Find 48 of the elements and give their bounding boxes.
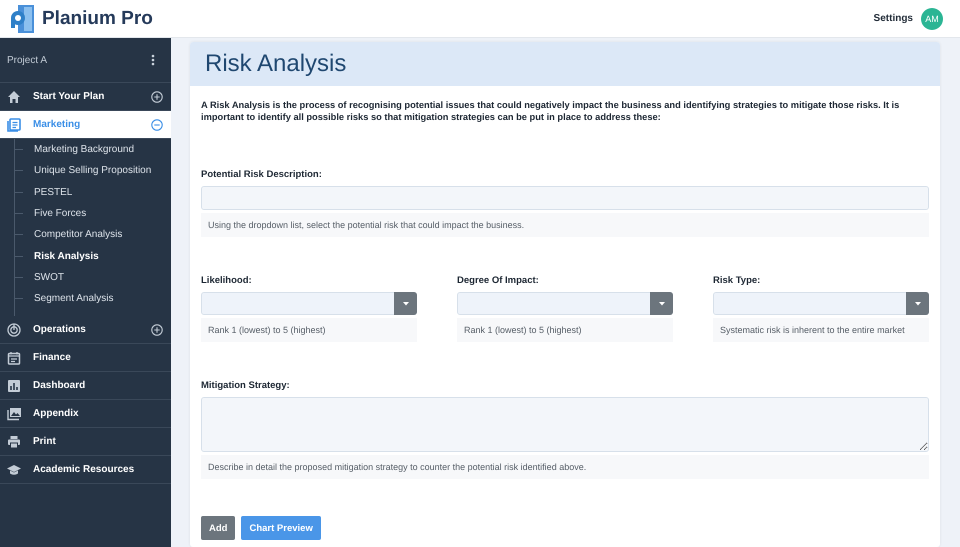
input-field[interactable] (201, 186, 929, 210)
expand-icon[interactable] (151, 90, 163, 102)
calendar-icon (7, 350, 21, 365)
field-label: Likelihood: (201, 275, 253, 286)
target-icon (7, 322, 21, 337)
dropdown[interactable] (201, 292, 417, 315)
images-icon (7, 406, 21, 421)
sub-nav-item[interactable]: Unique Selling Proposition (34, 165, 152, 176)
caret-icon (658, 302, 664, 306)
sub-nav-item[interactable]: Marketing Background (34, 144, 134, 156)
help-text: Describe in detail the proposed mitigation strategy to counter the potential risk identified above. (201, 455, 929, 479)
cap-icon (7, 462, 21, 477)
settings-link[interactable]: Settings (874, 13, 913, 24)
intro-text: A Risk Analysis is the process of recognising potential issues that could negatively impact the business and identifying strategies to mitigate those risks. It is important to identify all possible risks so that mitigation strategies can be put in place to address these: (201, 99, 900, 123)
dropdown[interactable] (457, 292, 673, 315)
logo-icon (10, 4, 34, 32)
field-label: Risk Type: (713, 275, 762, 286)
collapse-icon[interactable] (151, 118, 163, 130)
home-icon (7, 90, 21, 104)
expand-icon[interactable] (151, 324, 163, 336)
dropdown[interactable] (713, 292, 929, 315)
field-label: Mitigation Strategy: (201, 380, 291, 391)
nav-item[interactable]: Print (0, 428, 171, 456)
sub-nav-item[interactable]: SWOT (34, 272, 64, 283)
help-text: Using the dropdown list, select the potential risk that could impact the business. (201, 213, 929, 237)
help-text: Rank 1 (lowest) to 5 (highest) (201, 318, 417, 342)
caret-icon (402, 302, 408, 306)
nav-item[interactable]: Dashboard (0, 372, 171, 400)
nav-item[interactable]: Operations (0, 316, 171, 344)
caret-icon (914, 302, 920, 306)
sub-nav-item[interactable]: Competitor Analysis (34, 229, 122, 240)
nav-item[interactable]: Appendix (0, 400, 171, 428)
help-text: Rank 1 (lowest) to 5 (highest) (457, 318, 673, 342)
page-title: Risk Analysis (205, 50, 346, 78)
project-name: Project A (7, 54, 48, 66)
field-label: Degree Of Impact: (457, 275, 540, 286)
app-name: Planium Pro (42, 8, 153, 30)
more-icon[interactable] (151, 54, 155, 66)
list-icon (7, 118, 21, 132)
sub-nav-item[interactable]: PESTEL (34, 186, 72, 198)
sub-nav-item[interactable]: Five Forces (34, 208, 86, 220)
printer-icon (7, 434, 21, 449)
field-label: Potential Risk Description: (201, 169, 323, 180)
add-button[interactable]: Add (201, 516, 236, 540)
sub-nav-item[interactable]: Segment Analysis (34, 293, 114, 304)
sub-nav-item[interactable]: Risk Analysis (34, 250, 99, 262)
help-text: Systematic risk is inherent to the entire market (713, 318, 929, 342)
chart-icon (7, 378, 21, 393)
